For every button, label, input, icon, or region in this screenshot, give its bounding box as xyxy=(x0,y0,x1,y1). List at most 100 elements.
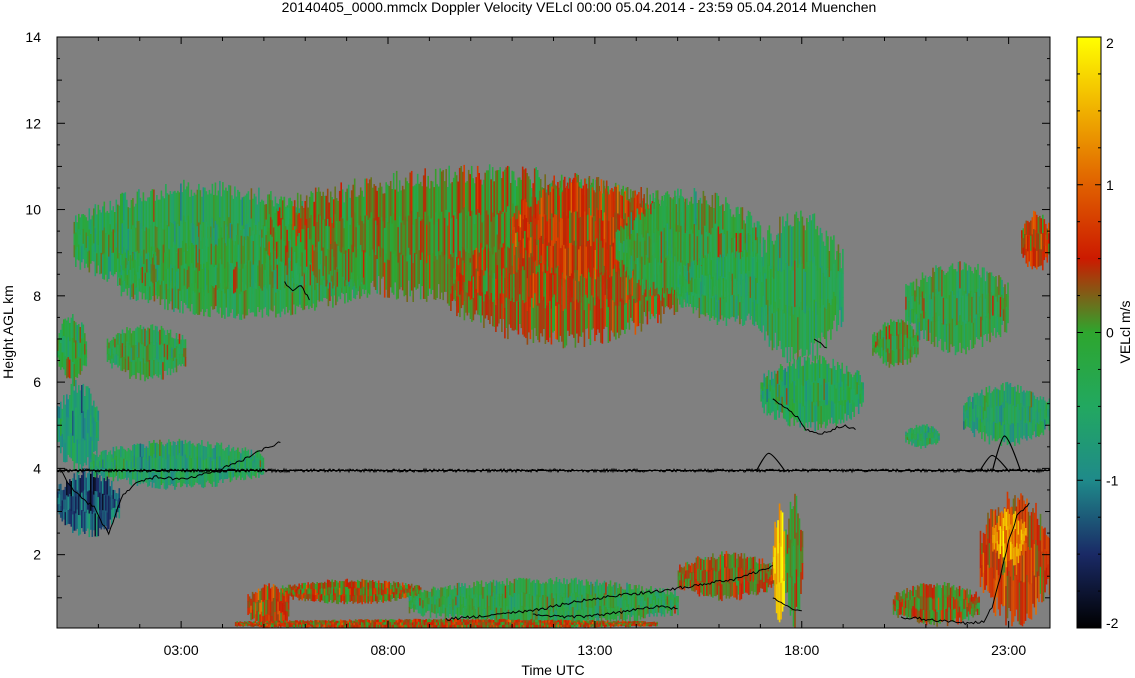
velocity-streak xyxy=(84,343,86,355)
velocity-streak xyxy=(974,318,976,345)
velocity-streak xyxy=(93,208,95,227)
velocity-streak xyxy=(923,424,925,432)
velocity-streak xyxy=(129,230,131,255)
velocity-streak xyxy=(694,264,696,280)
velocity-streak xyxy=(579,217,582,247)
velocity-streak xyxy=(766,402,768,416)
velocity-streak xyxy=(475,289,478,311)
velocity-streak xyxy=(85,232,88,249)
velocity-streak xyxy=(857,399,860,414)
velocity-streak xyxy=(834,278,837,297)
velocity-streak xyxy=(467,211,470,254)
velocity-streak xyxy=(120,345,122,359)
velocity-streak xyxy=(133,360,136,376)
velocity-streak xyxy=(114,338,116,348)
velocity-streak xyxy=(182,288,184,314)
velocity-streak xyxy=(407,183,410,216)
velocity-streak xyxy=(848,402,851,419)
velocity-streak xyxy=(890,333,892,350)
velocity-streak xyxy=(66,495,68,511)
velocity-streak xyxy=(197,262,199,290)
velocity-streak xyxy=(945,323,948,350)
velocity-streak xyxy=(190,472,193,488)
velocity-streak xyxy=(967,397,970,408)
velocity-streak xyxy=(275,208,278,226)
velocity-streak xyxy=(281,200,284,220)
velocity-streak xyxy=(594,250,597,280)
velocity-streak xyxy=(740,296,743,319)
velocity-streak xyxy=(569,243,571,276)
velocity-streak xyxy=(888,325,891,340)
velocity-streak xyxy=(198,249,201,272)
velocity-streak xyxy=(973,422,976,438)
velocity-streak xyxy=(899,322,901,337)
velocity-streak xyxy=(448,165,450,213)
velocity-streak xyxy=(573,240,576,271)
velocity-streak xyxy=(410,170,413,212)
velocity-streak xyxy=(111,358,113,369)
velocity-streak xyxy=(953,269,955,296)
velocity-streak xyxy=(76,360,79,378)
velocity-streak xyxy=(603,212,606,240)
velocity-streak xyxy=(933,271,936,298)
velocity-streak xyxy=(753,222,756,239)
velocity-streak xyxy=(115,354,118,365)
velocity-streak xyxy=(1025,220,1028,236)
velocity-streak xyxy=(1040,233,1043,250)
velocity-streak xyxy=(168,333,170,346)
velocity-streak xyxy=(830,400,833,418)
velocity-streak xyxy=(97,430,100,441)
velocity-streak xyxy=(293,252,296,279)
velocity-streak xyxy=(308,196,311,219)
velocity-streak xyxy=(821,266,823,300)
velocity-streak xyxy=(596,238,598,270)
velocity-streak xyxy=(677,270,680,280)
velocity-streak xyxy=(770,269,772,305)
velocity-streak xyxy=(594,305,596,342)
velocity-streak xyxy=(144,346,146,364)
velocity-streak xyxy=(911,427,913,435)
velocity-streak xyxy=(498,298,500,324)
velocity-streak xyxy=(118,205,121,230)
velocity-streak xyxy=(140,279,142,293)
velocity-streak xyxy=(837,271,840,299)
velocity-streak xyxy=(890,348,892,364)
velocity-streak xyxy=(545,238,547,262)
velocity-streak xyxy=(165,254,168,270)
velocity-streak xyxy=(69,359,71,379)
velocity-streak xyxy=(296,593,299,598)
velocity-streak xyxy=(1020,403,1022,421)
velocity-streak xyxy=(996,301,999,318)
velocity-streak xyxy=(788,306,790,347)
velocity-streak xyxy=(762,266,765,297)
velocity-streak xyxy=(69,493,71,510)
velocity-streak xyxy=(824,360,827,384)
velocity-streak xyxy=(921,438,924,446)
velocity-streak xyxy=(410,210,413,251)
velocity-streak xyxy=(554,184,556,215)
velocity-streak xyxy=(841,362,843,382)
velocity-streak xyxy=(202,473,205,489)
velocity-streak xyxy=(556,302,559,340)
velocity-streak xyxy=(97,456,100,464)
velocity-streak xyxy=(1018,392,1021,411)
velocity-streak xyxy=(659,265,661,296)
velocity-streak xyxy=(276,264,279,290)
velocity-streak xyxy=(103,201,106,228)
velocity-streak xyxy=(569,210,571,244)
velocity-streak xyxy=(70,337,73,359)
velocity-streak xyxy=(138,357,140,374)
velocity-streak xyxy=(368,179,371,219)
velocity-streak xyxy=(625,303,628,330)
velocity-streak xyxy=(108,353,110,361)
velocity-streak xyxy=(543,239,546,265)
velocity-streak xyxy=(118,458,121,469)
velocity-streak xyxy=(279,263,282,291)
velocity-streak xyxy=(569,178,571,212)
velocity-streak xyxy=(896,322,898,336)
velocity-streak xyxy=(78,324,80,341)
velocity-streak xyxy=(930,432,933,439)
velocity-streak xyxy=(251,235,253,262)
velocity-streak xyxy=(1007,295,1009,310)
velocity-streak xyxy=(320,196,323,224)
